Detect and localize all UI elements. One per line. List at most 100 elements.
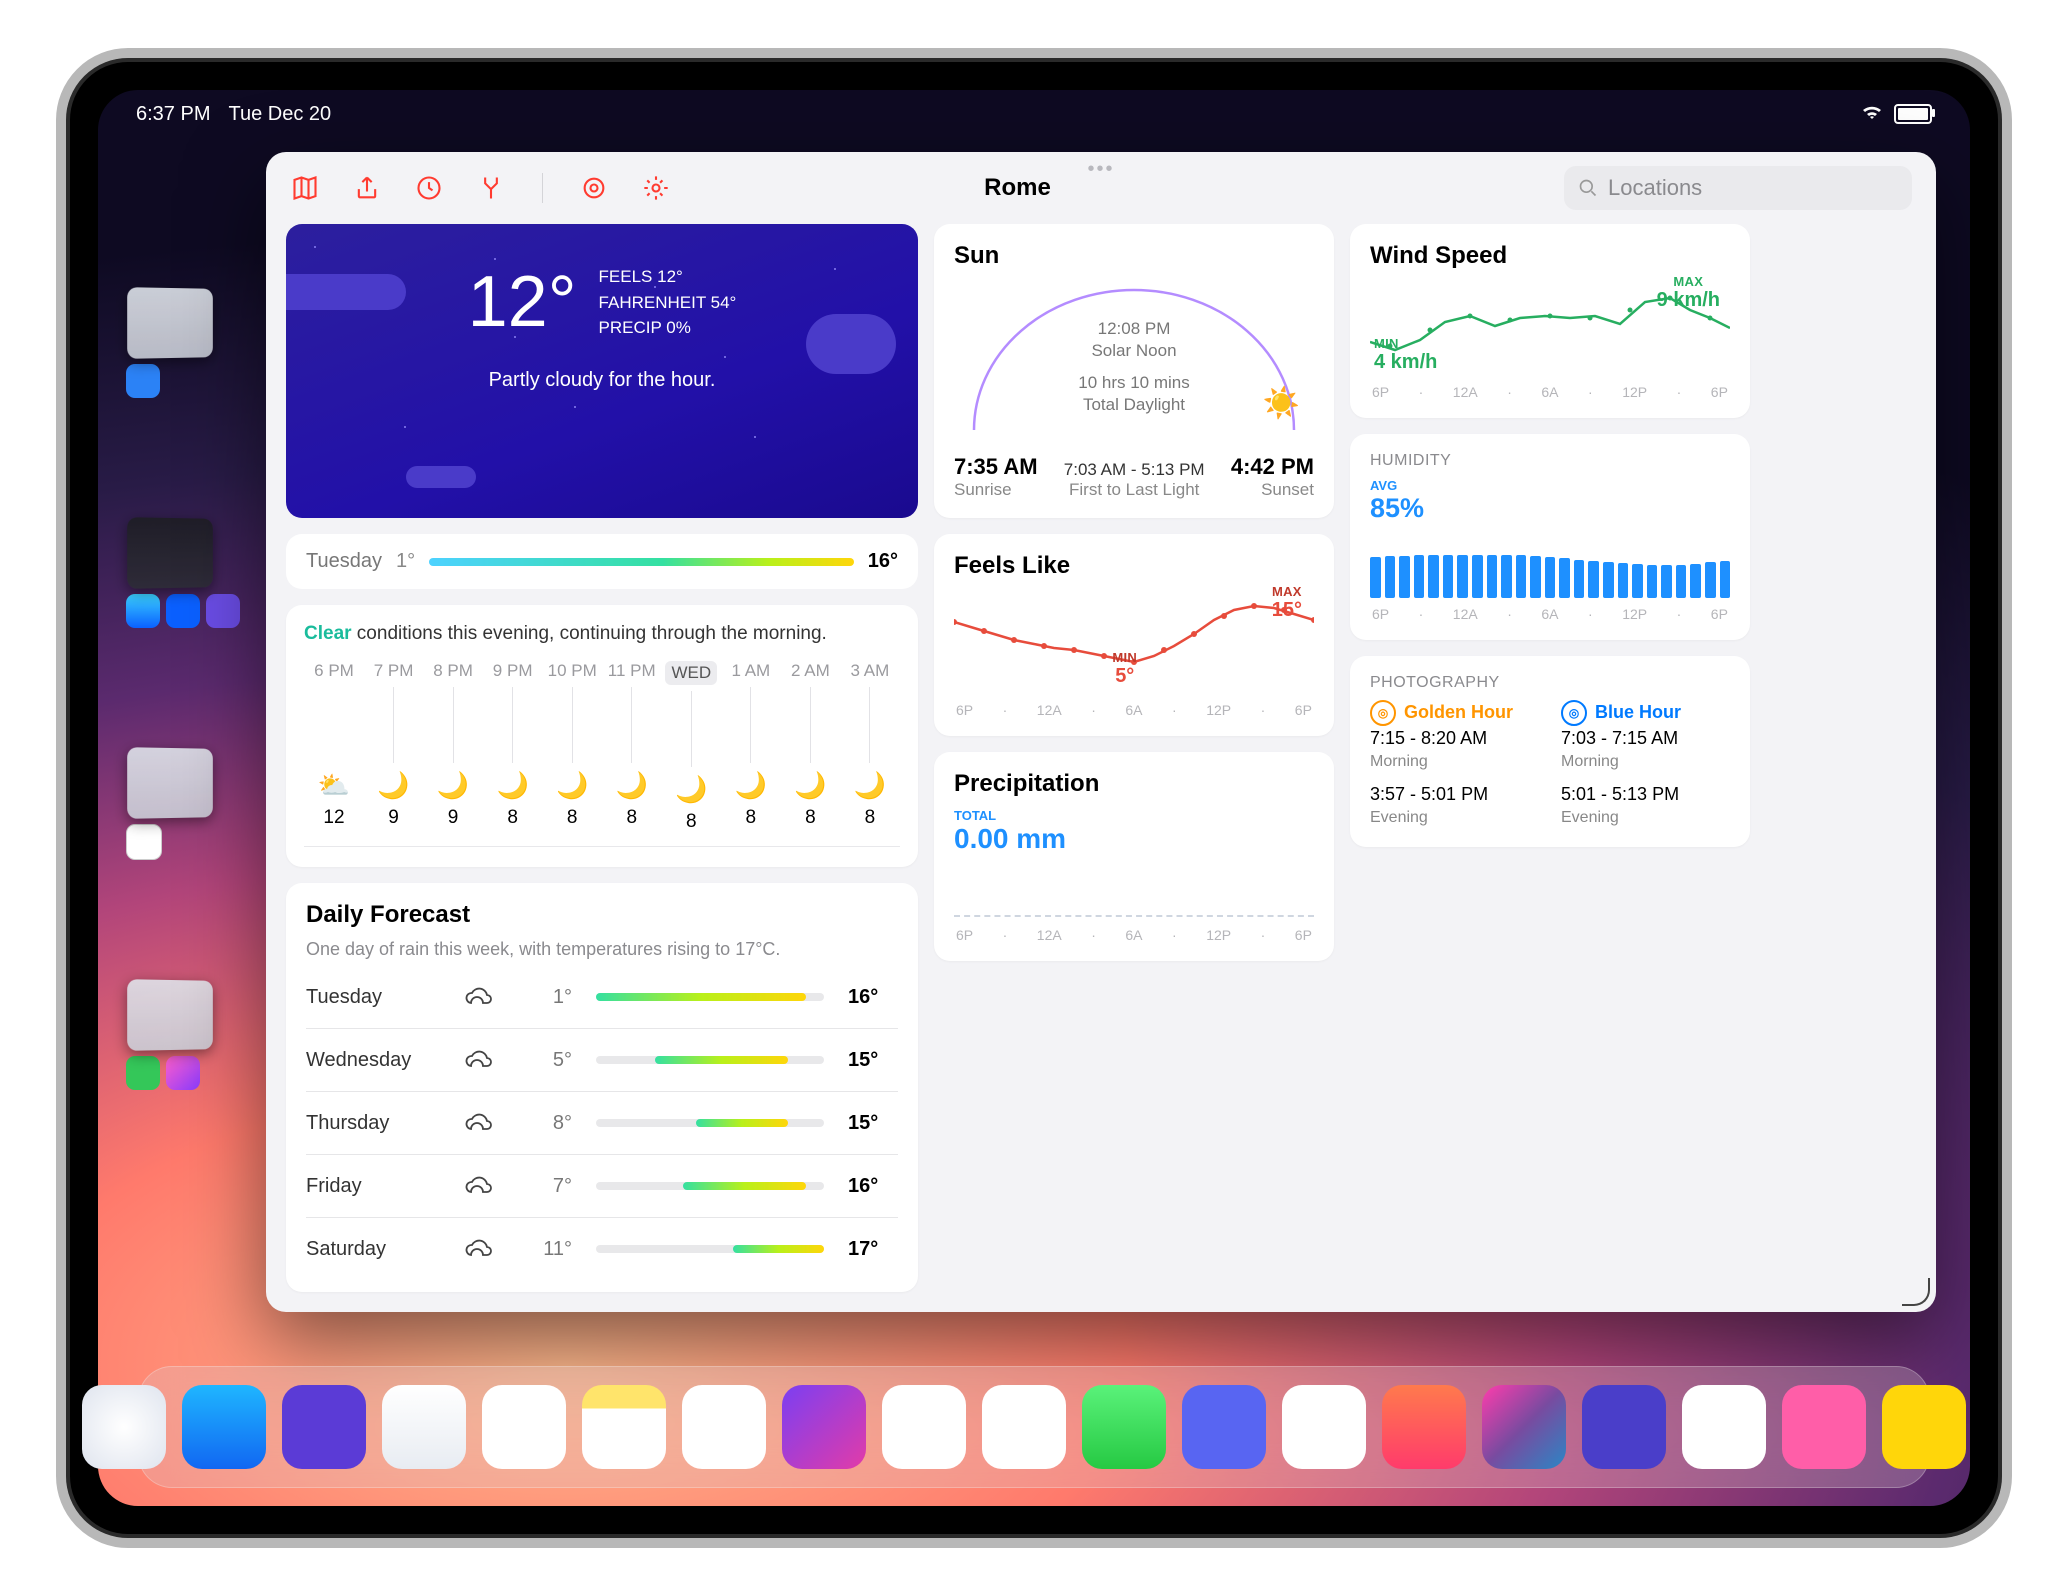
dock[interactable] (138, 1366, 1930, 1488)
precip-axis: 6P·12A·6A·12P·6P (954, 927, 1314, 943)
dock-app-photos[interactable] (982, 1385, 1066, 1469)
daily-row[interactable]: Saturday11°17° (306, 1217, 898, 1280)
golden-evening-time: 3:57 - 5:01 PM (1370, 782, 1513, 807)
blue-morning-time: 7:03 - 7:15 AM (1561, 726, 1681, 751)
feels-like-card[interactable]: Feels Like MAX15° MIN5° 6P·12A·6A·12P·6P (934, 534, 1334, 736)
history-icon[interactable] (414, 173, 444, 203)
humidity-axis: 6P·12A·6A·12P·6P (1370, 606, 1730, 622)
weather-app-window: ••• Rome Locations (266, 152, 1936, 1312)
status-time: 6:37 PM (136, 103, 210, 126)
light-range-label: First to Last Light (1069, 480, 1199, 499)
humidity-avg-label: AVG (1370, 478, 1730, 493)
photo-title: PHOTOGRAPHY (1370, 674, 1730, 692)
search-input[interactable]: Locations (1564, 166, 1912, 210)
location-title[interactable]: Rome (485, 174, 1550, 202)
golden-hour-label: Golden Hour (1404, 700, 1513, 725)
feels-title: Feels Like (954, 552, 1314, 580)
sunset-time: 4:42 PM (1231, 454, 1314, 480)
dock-app-obsidian[interactable] (1582, 1385, 1666, 1469)
hourly-headline: conditions this evening, continuing thro… (352, 623, 827, 644)
dock-app-safari[interactable] (82, 1385, 166, 1469)
wind-speed-card[interactable]: Wind Speed MAX9 km/h MIN4 km/h 6P·12A·6A… (1350, 224, 1750, 418)
solar-noon-label: Solar Noon (954, 340, 1314, 362)
current-conditions-card[interactable]: 12° FEELS 12° FAHRENHEIT 54° PRECIP 0% P… (286, 224, 918, 518)
dock-app-finder[interactable] (56, 1385, 66, 1469)
map-icon[interactable] (290, 173, 320, 203)
dock-app-timer[interactable] (1382, 1385, 1466, 1469)
hourly-column[interactable]: 9 PM🌙8 (487, 661, 539, 833)
dock-app-copilot[interactable] (1682, 1385, 1766, 1469)
dock-app-shortcuts[interactable] (1482, 1385, 1566, 1469)
dock-app-media[interactable] (782, 1385, 866, 1469)
sunrise-label: Sunrise (954, 480, 1038, 500)
dock-app-appstore[interactable] (182, 1385, 266, 1469)
dock-app-reminders[interactable] (482, 1385, 566, 1469)
precip-sparkline (954, 891, 1314, 917)
hourly-column[interactable]: 3 AM🌙8 (844, 661, 896, 833)
today-summary-row[interactable]: Tuesday 1° 16° (286, 534, 918, 589)
daily-row[interactable]: Wednesday5°15° (306, 1028, 898, 1091)
current-summary: Partly cloudy for the hour. (314, 369, 890, 392)
dock-app-mona[interactable] (282, 1385, 366, 1469)
hourly-column[interactable]: 8 PM🌙9 (427, 661, 479, 833)
status-bar: 6:37 PM Tue Dec 20 (136, 98, 1932, 130)
wind-axis: 6P·12A·6A·12P·6P (1370, 384, 1730, 400)
feels-min-label: MIN (1112, 650, 1137, 665)
sunset-label: Sunset (1231, 480, 1314, 500)
search-placeholder: Locations (1608, 175, 1702, 201)
hourly-headline-emphasis: Clear (304, 623, 352, 644)
precipitation-card[interactable]: Precipitation TOTAL 0.00 mm 6P·12A·6A·12… (934, 752, 1334, 961)
precip-label: PRECIP 0% (599, 315, 737, 341)
blue-hour-icon: ◎ (1561, 700, 1587, 726)
status-date: Tue Dec 20 (228, 103, 331, 126)
dock-app-discord[interactable] (1182, 1385, 1266, 1469)
blue-evening-time: 5:01 - 5:13 PM (1561, 782, 1681, 807)
share-icon[interactable] (352, 173, 382, 203)
sun-title: Sun (954, 242, 1314, 270)
humidity-bars (1370, 530, 1730, 598)
blue-hour-label: Blue Hour (1595, 700, 1681, 725)
daily-title: Daily Forecast (306, 901, 898, 929)
hourly-column[interactable]: 2 AM🌙8 (784, 661, 836, 833)
hourly-column[interactable]: 10 PM🌙8 (546, 661, 598, 833)
dock-app-messages[interactable] (1082, 1385, 1166, 1469)
humidity-avg: 85% (1370, 493, 1730, 524)
dock-app-notes[interactable] (582, 1385, 666, 1469)
dock-app-freeform[interactable] (882, 1385, 966, 1469)
wind-min-label: MIN (1374, 336, 1437, 351)
daily-row[interactable]: Tuesday1°16° (306, 960, 898, 1028)
hourly-forecast-card[interactable]: Clear conditions this evening, continuin… (286, 605, 918, 867)
dock-app-music[interactable] (682, 1385, 766, 1469)
hourly-column[interactable]: 7 PM🌙9 (368, 661, 420, 833)
humidity-card[interactable]: HUMIDITY AVG 85% 6P·12A·6A·12P·6P (1350, 434, 1750, 640)
hourly-column[interactable]: 1 AM🌙8 (725, 661, 777, 833)
dock-app-yellow[interactable] (1882, 1385, 1966, 1469)
humidity-title: HUMIDITY (1370, 452, 1730, 470)
daily-row[interactable]: Friday7°16° (306, 1154, 898, 1217)
dock-app-mail[interactable] (382, 1385, 466, 1469)
hourly-column[interactable]: WED🌙8 (665, 661, 717, 833)
wind-title: Wind Speed (1370, 242, 1730, 270)
hourly-column[interactable]: 6 PM⛅12 (308, 661, 360, 833)
wind-min: 4 km/h (1374, 351, 1437, 374)
today-high: 16° (868, 550, 898, 573)
sun-card[interactable]: Sun 12:08 PMSolar Noon 10 hrs 10 minsTot… (934, 224, 1334, 518)
window-drag-handle[interactable]: ••• (1087, 158, 1114, 181)
dock-app-pink[interactable] (1782, 1385, 1866, 1469)
daily-forecast-card[interactable]: Daily Forecast One day of rain this week… (286, 883, 918, 1292)
today-day: Tuesday (306, 550, 382, 573)
today-temp-bar (429, 558, 854, 566)
wifi-icon (1860, 102, 1884, 126)
dock-recent-app[interactable] (2002, 1385, 2012, 1469)
light-range: 7:03 AM - 5:13 PM (1064, 460, 1205, 480)
hourly-column[interactable]: 11 PM🌙8 (606, 661, 658, 833)
current-temp: 12° (468, 266, 577, 338)
blue-evening-label: Evening (1561, 807, 1681, 829)
daily-row[interactable]: Thursday8°15° (306, 1091, 898, 1154)
feels-like-label: FEELS 12° (599, 264, 737, 290)
fahrenheit-label: FAHRENHEIT 54° (599, 290, 737, 316)
photography-card[interactable]: PHOTOGRAPHY ◎Golden Hour 7:15 - 8:20 AM … (1350, 656, 1750, 847)
stage-manager-strip[interactable] (126, 288, 240, 1090)
golden-evening-label: Evening (1370, 807, 1513, 829)
dock-app-smile[interactable] (1282, 1385, 1366, 1469)
